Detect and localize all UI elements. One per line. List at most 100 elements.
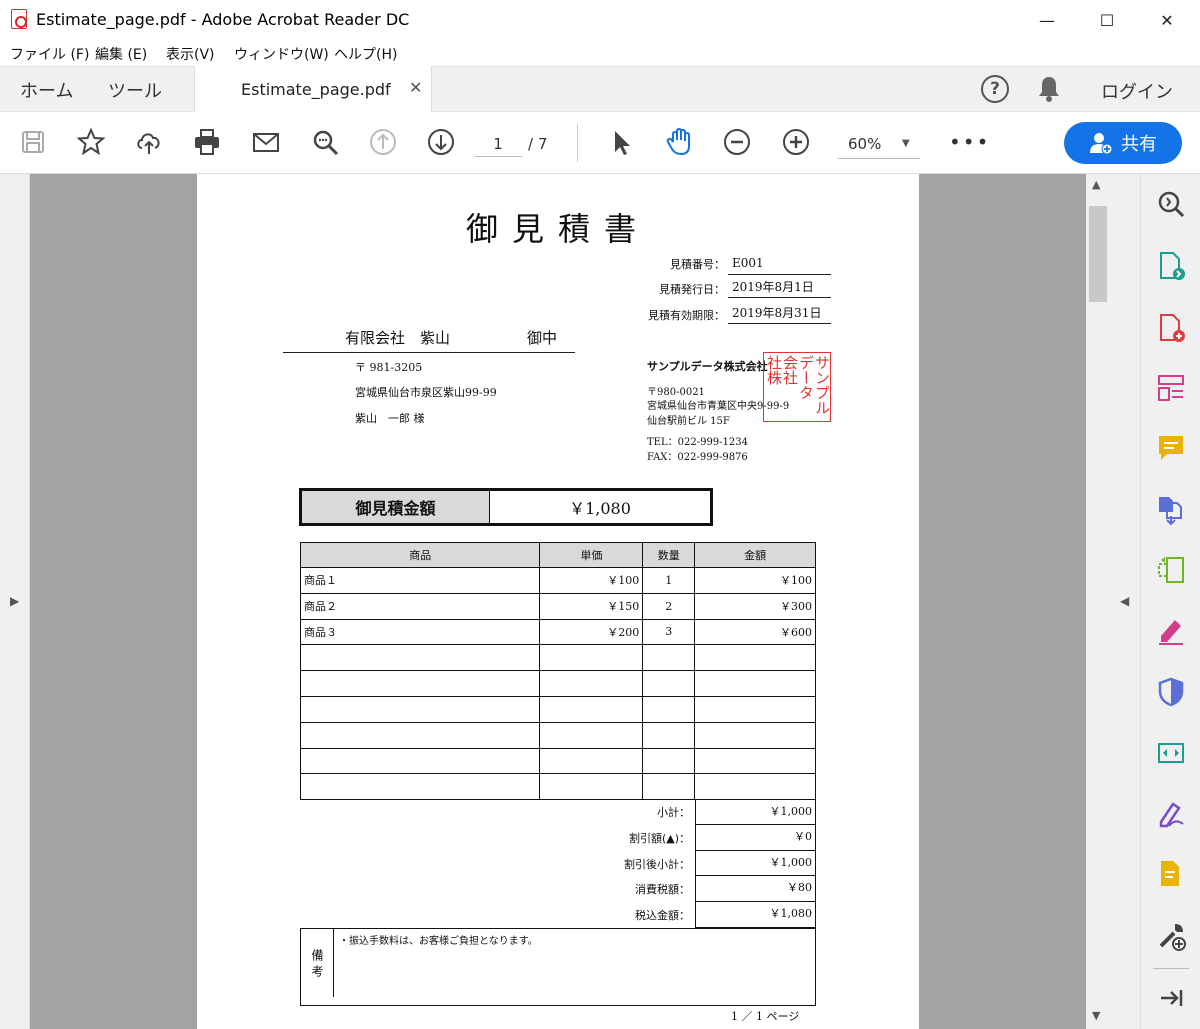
menu-window[interactable]: ウィンドウ(W) [234, 44, 329, 64]
quantity: 3 [642, 618, 696, 646]
hand-tool-icon[interactable] [662, 125, 696, 159]
issuer-address-2: 仙台駅前ビル 15F [647, 416, 730, 427]
expand-left-icon[interactable]: ▶ [10, 594, 19, 608]
summary-row: 割引額(▲)： ￥0 [300, 824, 816, 851]
line-amount: ￥300 [694, 592, 816, 620]
table-row [299, 670, 816, 697]
menu-help[interactable]: ヘルプ(H) [334, 44, 397, 64]
share-button[interactable]: 共有 [1064, 122, 1182, 164]
issuer-company: サンプルデータ株式会社 [647, 360, 768, 373]
unit-price [539, 695, 644, 723]
fill-sign-icon[interactable] [1155, 614, 1187, 646]
zoom-search-icon[interactable] [1155, 188, 1187, 220]
vertical-scrollbar[interactable]: ▲ ▼ [1086, 174, 1110, 1029]
page-number-input[interactable]: 1 [474, 131, 522, 157]
create-pdf-icon[interactable] [1155, 312, 1187, 344]
customer-person: 紫山 一郎 様 [355, 412, 425, 425]
add-user-icon [1090, 133, 1113, 155]
more-tools-icon[interactable]: ••• [949, 130, 990, 154]
unit-price [539, 670, 644, 697]
quantity [642, 644, 696, 672]
close-window-button[interactable]: ✕ [1144, 0, 1190, 40]
estimate-total-label: 御見積金額 [302, 491, 490, 523]
meta-underline [728, 274, 831, 275]
scroll-down-icon[interactable]: ▼ [1092, 1009, 1100, 1022]
window-title: Estimate_page.pdf - Adobe Acrobat Reader… [36, 10, 410, 29]
collapse-right-icon[interactable]: ◀ [1120, 594, 1129, 608]
export-pdf-icon[interactable] [1155, 250, 1187, 282]
login-button[interactable]: ログイン [1101, 78, 1173, 104]
right-panel-toggle[interactable]: ◀ [1110, 174, 1140, 1029]
close-tab-icon[interactable]: ✕ [409, 78, 422, 97]
edit-pdf-icon[interactable] [1155, 372, 1187, 404]
customer-company: 有限会社 紫山 [345, 329, 451, 347]
line-amount [694, 721, 816, 749]
tab-tools[interactable]: ツール [108, 77, 162, 103]
zoom-level-value: 60% [848, 135, 882, 153]
previous-page-icon[interactable] [366, 125, 400, 159]
estimate-total-value: ￥1,080 [569, 499, 631, 518]
organize-pages-icon[interactable] [1155, 554, 1187, 586]
menu-view[interactable]: 表示(V) [166, 44, 215, 64]
email-icon[interactable] [249, 125, 283, 159]
unit-price [539, 644, 644, 672]
item-name [299, 747, 541, 775]
protect-shield-icon[interactable] [1155, 676, 1187, 708]
print-icon[interactable] [190, 125, 224, 159]
toolbar-divider [577, 124, 578, 162]
menu-edit[interactable]: 編集 (E) [95, 44, 147, 64]
item-name [299, 695, 541, 723]
minimize-button[interactable]: — [1024, 0, 1070, 40]
send-for-signature-icon[interactable] [1155, 798, 1187, 830]
compare-files-icon[interactable] [1155, 736, 1187, 768]
collapse-pane-icon[interactable] [1155, 982, 1187, 1014]
combine-files-icon[interactable] [1155, 494, 1187, 526]
left-panel-toggle[interactable]: ▶ [0, 174, 30, 1029]
tab-bar: ホーム ツール Estimate_page.pdf ✕ ? ログイン [0, 66, 1200, 113]
menu-file[interactable]: ファイル (F) [10, 44, 89, 64]
tab-home[interactable]: ホーム [20, 77, 73, 103]
bookmark-star-icon[interactable] [74, 125, 108, 159]
column-header: 数量 [642, 542, 696, 568]
zoom-level-select[interactable]: 60% ▼ [838, 131, 920, 159]
quantity [642, 670, 696, 697]
unit-price: ￥100 [539, 567, 644, 594]
table-row [299, 773, 816, 801]
line-amount [694, 747, 816, 775]
scrollbar-thumb[interactable] [1089, 206, 1107, 302]
help-icon[interactable]: ? [981, 75, 1009, 103]
comment-icon[interactable] [1155, 432, 1187, 464]
line-amount [694, 644, 816, 672]
total-with-tax-value: ￥1,080 [695, 902, 816, 928]
issuer-postal: 〒980-0021 [647, 387, 705, 398]
zoom-in-icon[interactable] [779, 125, 813, 159]
table-row: 商品２ ￥150 2 ￥300 [299, 592, 816, 620]
next-page-icon[interactable] [424, 125, 458, 159]
notification-bell-icon[interactable] [1036, 75, 1062, 103]
summary-row: 割引後小計： ￥1,000 [300, 850, 816, 877]
prepare-form-icon[interactable] [1155, 858, 1187, 890]
customer-name-line: 有限会社 紫山 御中 [283, 325, 575, 353]
cloud-upload-icon[interactable] [132, 125, 166, 159]
search-icon[interactable] [308, 125, 342, 159]
issuer-tel: TEL：022-999-1234 [647, 437, 748, 448]
zoom-out-icon[interactable] [720, 125, 754, 159]
scroll-up-icon[interactable]: ▲ [1092, 178, 1100, 191]
unit-price: ￥150 [539, 592, 644, 620]
select-cursor-icon[interactable] [604, 125, 638, 159]
maximize-button[interactable]: ☐ [1084, 0, 1130, 40]
discounted-subtotal-label: 割引後小計： [624, 857, 690, 871]
column-header: 金額 [694, 542, 816, 568]
pdf-page: 御見積書 見積番号： E001 見積発行日： 2019年8月1日 見積有効期限：… [197, 174, 919, 1029]
summary-row: 消費税額： ￥80 [300, 876, 816, 903]
save-icon[interactable] [16, 125, 50, 159]
subtotal-label: 小計： [657, 806, 690, 819]
item-name [299, 670, 541, 697]
tab-document[interactable]: Estimate_page.pdf ✕ [194, 66, 432, 113]
stamp-text: データ [797, 355, 815, 400]
more-tools-wrench-icon[interactable] [1155, 920, 1187, 952]
summary-row: 税込金額： ￥1,080 [300, 902, 816, 928]
table-row [299, 644, 816, 672]
discount-value: ￥0 [695, 824, 816, 851]
notes-label: 備考 [310, 949, 324, 981]
